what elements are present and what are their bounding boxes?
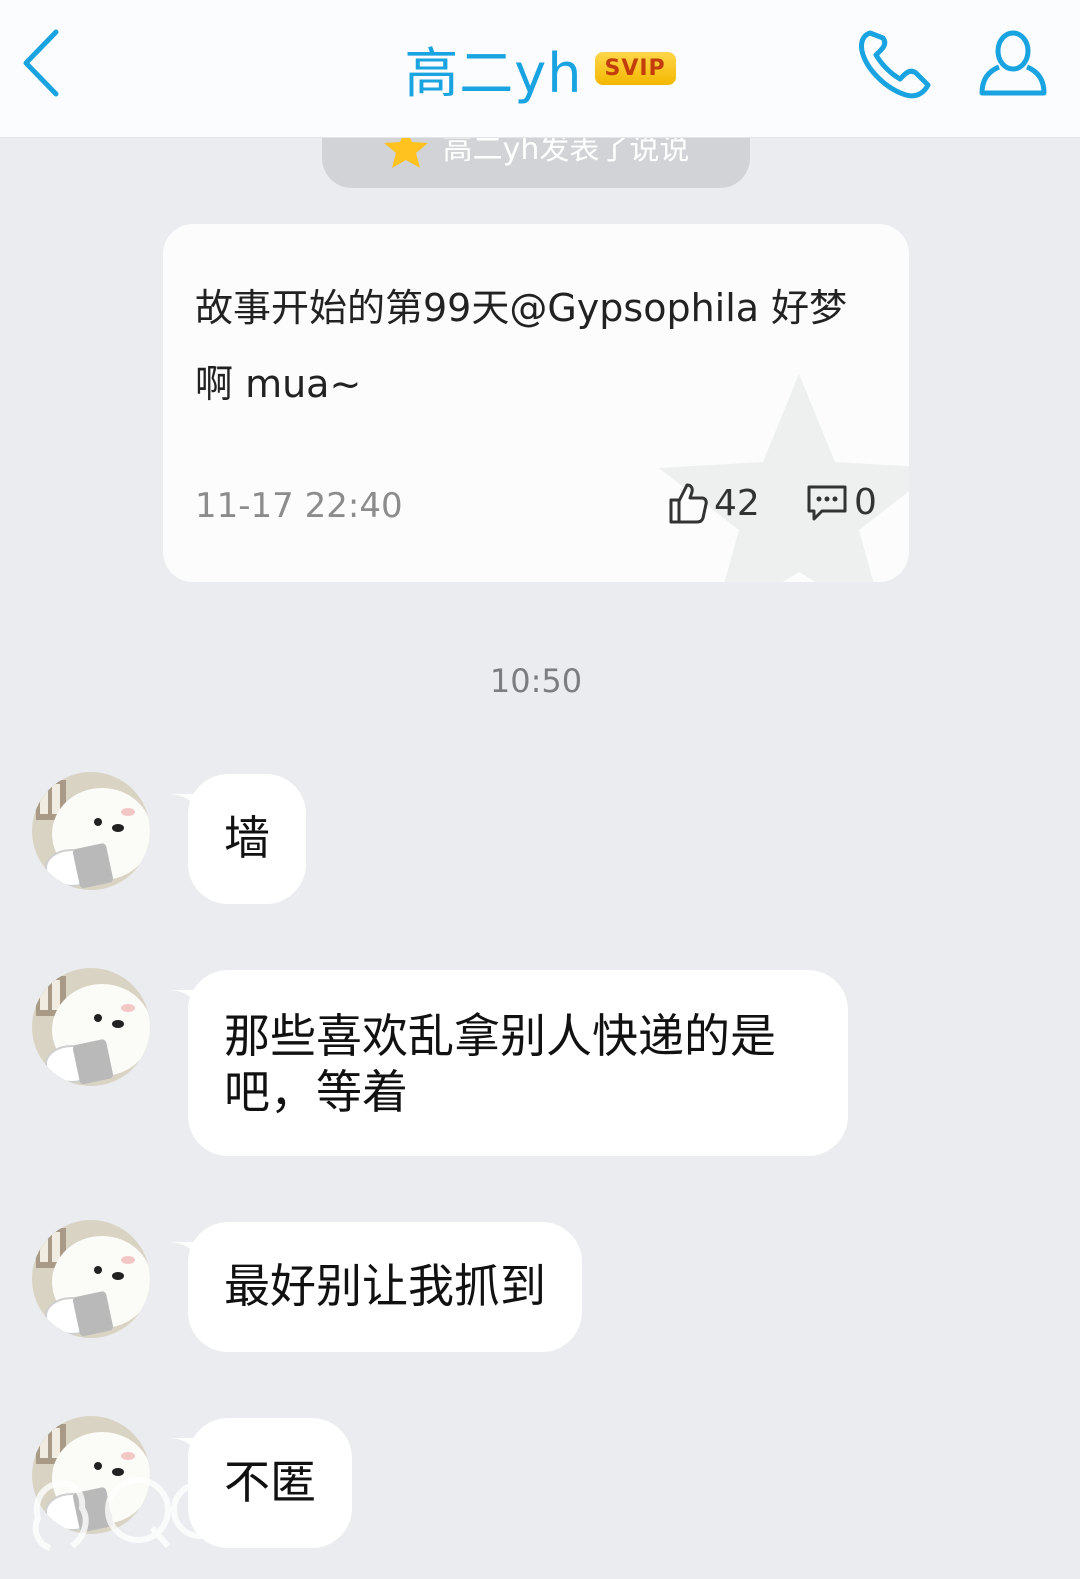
bear-avatar-icon [32,772,150,890]
post-time: 11-17 22:40 [195,486,403,526]
qq-watermark [32,1477,229,1551]
phone-icon [859,30,931,99]
comment-button[interactable]: 0 [806,482,877,523]
avatar[interactable] [32,772,150,890]
bear-avatar-icon [32,968,150,1086]
message-bubble[interactable]: 墙 [188,774,306,904]
bear-avatar-icon [32,1220,150,1338]
profile-button[interactable] [972,22,1054,104]
like-button[interactable]: 42 [668,482,760,524]
back-button[interactable] [10,28,70,98]
avatar[interactable] [32,968,150,1086]
message-bubble[interactable]: 最好别让我抓到 [188,1222,582,1352]
chevron-left-icon [23,29,59,97]
thumbs-up-icon [669,483,708,524]
avatar[interactable] [32,1220,150,1338]
post-text: 故事开始的第99天@Gypsophila 好梦啊 mua~ [195,286,848,406]
svip-badge: SVIP [594,51,676,85]
message-timestamp: 10:50 [489,662,583,700]
comment-count: 0 [854,482,877,523]
comment-icon [807,485,847,520]
like-count: 42 [714,482,760,524]
user-icon [979,30,1047,96]
chat-header: 高二yh SVIP [0,0,1080,138]
message-bubble[interactable]: 那些喜欢乱拿别人快递的是吧，等着 [188,970,848,1156]
shared-post-card[interactable]: 故事开始的第99天@Gypsophila 好梦啊 mua~ 11-17 22:4… [163,224,909,582]
contact-name[interactable]: 高二yh [404,29,582,108]
call-button[interactable] [850,24,940,104]
